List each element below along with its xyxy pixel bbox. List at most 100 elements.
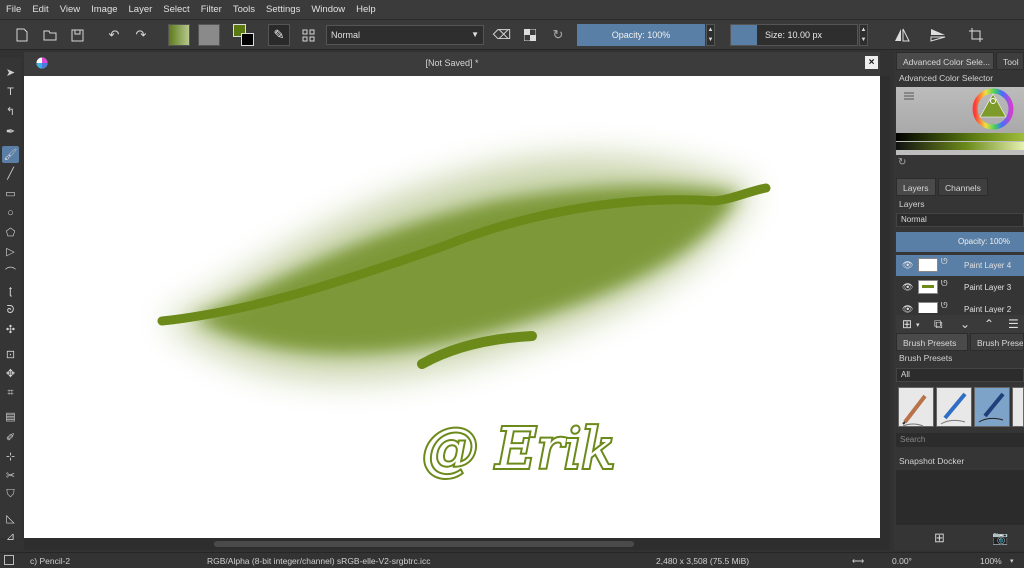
visibility-eye-icon[interactable]: 👁 [902,260,913,271]
tab-channels[interactable]: Channels [938,178,988,196]
menu-layer[interactable]: Layer [129,4,153,15]
ellipse-tool-icon[interactable]: ○ [2,204,19,221]
move-layer-down-icon[interactable]: ⌄ [960,317,970,331]
rotation-icon[interactable]: ⟷ [852,556,864,567]
menu-help[interactable]: Help [356,4,376,15]
save-icon[interactable] [67,25,87,45]
tab-brush-preset-history[interactable]: Brush Preset H [970,333,1024,351]
drawing-canvas[interactable]: @ Erik [24,76,880,538]
zoom-chevron-icon[interactable]: ▾ [1010,557,1014,565]
edit-shapes-icon[interactable]: ↰ [2,103,19,120]
mirror-horizontal-icon[interactable] [892,25,912,45]
menu-tools[interactable]: Tools [233,4,255,15]
color-selector-area[interactable] [896,87,1024,155]
brush-preset-icon[interactable]: ✎ [268,24,290,46]
tab-advanced-color-selector[interactable]: Advanced Color Sele... [896,52,994,70]
dynamic-brush-icon[interactable]: ᘐ [2,302,19,319]
preset-partial[interactable] [1012,387,1024,427]
menu-select[interactable]: Select [163,4,189,15]
freehand-brush-icon[interactable]: 🖌 [2,146,19,163]
preset-tag-filter[interactable]: All [896,368,1024,382]
status-zoom[interactable]: 100% [980,556,1002,566]
bezier-tool-icon[interactable]: ⌒ [2,263,19,280]
add-layer-icon[interactable]: ⊞ [902,317,912,331]
preset-search-input[interactable]: Search [896,433,1024,447]
transform-tool-icon[interactable]: ⊡ [2,346,19,363]
opacity-spin-buttons[interactable]: ▲ ▼ [706,24,715,46]
visibility-eye-icon[interactable]: 👁 [902,304,913,313]
undo-icon[interactable]: ↶ [104,25,124,45]
blend-mode-select[interactable]: Normal ▼ [326,25,484,45]
menu-edit[interactable]: Edit [32,4,48,15]
menu-view[interactable]: View [60,4,80,15]
menu-file[interactable]: File [6,4,21,15]
mirror-vertical-icon[interactable] [928,25,948,45]
preset-pencil[interactable] [898,387,934,427]
canvas-horizontal-scrollbar[interactable] [24,538,890,550]
tab-layers[interactable]: Layers [896,178,936,196]
shade-strip-2[interactable] [896,142,1024,150]
menu-window[interactable]: Window [311,4,345,15]
multibrush-icon[interactable]: ✣ [2,321,19,338]
visibility-eye-icon[interactable]: 👁 [902,282,913,293]
canvas-vertical-scrollbar[interactable] [880,76,890,538]
freehand-path-icon[interactable]: ʈ [2,282,19,299]
alpha-lock-icon[interactable]: ᘎ [941,257,948,267]
add-layer-menu-chevron-icon[interactable]: ▾ [916,321,920,329]
fill-tool-icon[interactable]: ⛉ [2,486,19,503]
layer-properties-icon[interactable]: ☰ [1008,317,1019,331]
alpha-lock-icon[interactable]: ᘎ [941,301,948,311]
text-tool-icon[interactable]: T [2,83,19,100]
color-picker-icon[interactable]: ✐ [2,429,19,446]
layer-blend-mode-select[interactable]: Normal [896,213,1024,227]
close-document-button[interactable]: × [865,56,878,69]
select-shapes-icon[interactable]: ➤ [2,64,19,81]
reference-tool-icon[interactable]: ⊿ [2,528,19,545]
assistant-tool-icon[interactable]: ✂ [2,467,19,484]
menu-settings[interactable]: Settings [266,4,300,15]
smart-patch-icon[interactable]: ⊹ [2,448,19,465]
preset-blue-pencil[interactable] [936,387,972,427]
gradient-swatch[interactable] [168,24,190,46]
crop-wrap-icon[interactable] [966,25,986,45]
open-folder-icon[interactable] [40,25,60,45]
layer-row[interactable]: 👁 ᘎ Paint Layer 4 [896,255,1024,276]
status-rotation[interactable]: 0.00° [892,556,912,566]
layer-row[interactable]: 👁 ᘎ Paint Layer 2 [896,299,1024,313]
layer-row[interactable]: 👁 ᘎ Paint Layer 3 [896,277,1024,298]
opacity-slider[interactable]: Opacity: 100% [577,24,705,46]
layer-opacity-slider[interactable]: Opacity: 100% [896,232,1024,252]
tab-tool-options[interactable]: Tool [996,52,1024,70]
scrollbar-thumb[interactable] [214,541,634,547]
new-document-icon[interactable] [12,25,32,45]
move-layer-up-icon[interactable]: ⌃ [984,317,994,331]
size-spin-buttons[interactable]: ▲ ▼ [859,24,868,46]
polyline-tool-icon[interactable]: ▷ [2,243,19,260]
move-tool-icon[interactable]: ✥ [2,365,19,382]
size-slider[interactable]: Size: 10.00 px [730,24,858,46]
crop-tool-icon[interactable]: ⌗ [2,385,19,402]
menu-filter[interactable]: Filter [201,4,222,15]
snapshot-list[interactable] [896,470,1024,525]
pattern-swatch[interactable] [198,24,220,46]
tab-brush-presets[interactable]: Brush Presets [896,333,968,351]
preset-ink-pen-selected[interactable] [974,387,1010,427]
line-tool-icon[interactable]: ╱ [2,165,19,182]
fg-bg-color-selector[interactable] [233,24,255,46]
camera-icon[interactable]: 📷 [992,530,1008,546]
shade-strip-1[interactable] [896,133,1024,141]
alpha-lock-icon[interactable] [520,25,540,45]
color-menu-icon[interactable] [904,92,914,100]
add-snapshot-icon[interactable]: ⊞ [934,530,945,546]
duplicate-layer-icon[interactable]: ⧉ [934,317,943,332]
alpha-lock-icon[interactable]: ᘎ [941,279,948,289]
eraser-icon[interactable]: ⌫ [492,25,512,45]
rectangle-tool-icon[interactable]: ▭ [2,185,19,202]
redo-icon[interactable]: ↷ [131,25,151,45]
workspace-grid-icon[interactable] [298,25,318,45]
menu-image[interactable]: Image [91,4,117,15]
reload-preset-icon[interactable]: ↻ [548,25,568,45]
measure-tool-icon[interactable]: ◺ [2,510,19,527]
reset-color-icon[interactable]: ↻ [898,157,908,168]
calligraphy-icon[interactable]: ✒ [2,123,19,140]
